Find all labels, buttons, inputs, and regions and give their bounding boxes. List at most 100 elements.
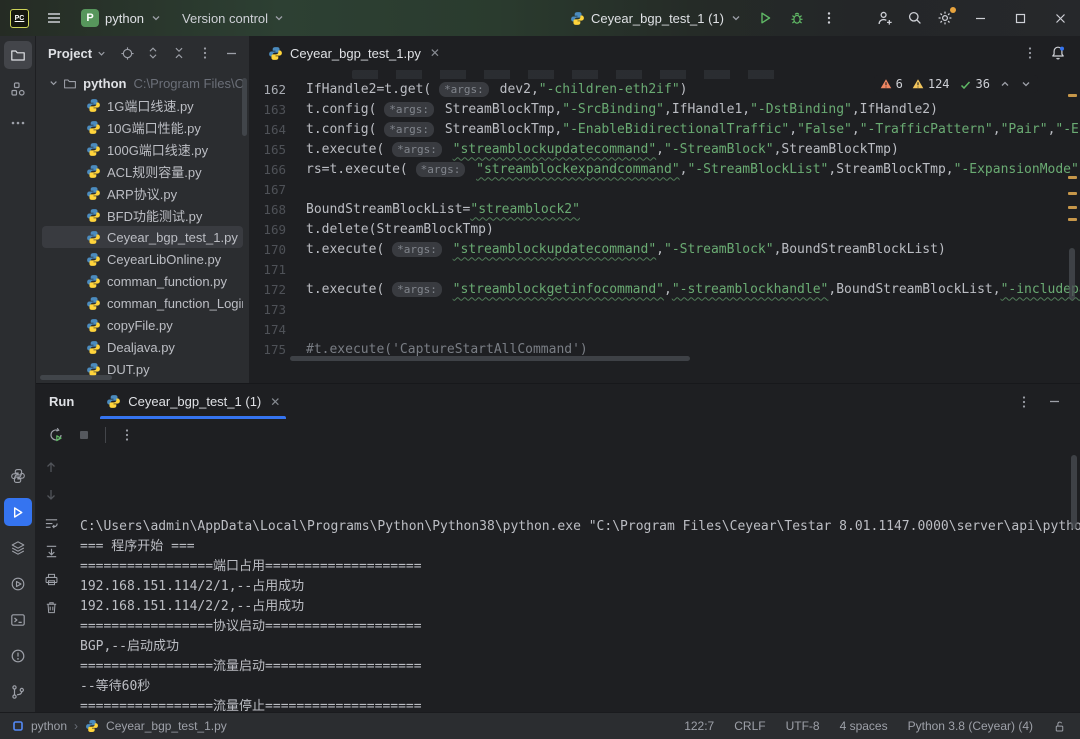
code-line[interactable]: 171 xyxy=(250,259,1080,279)
editor-options-button[interactable] xyxy=(1018,41,1042,65)
print-button[interactable] xyxy=(39,567,63,591)
console-vertical-scrollbar[interactable] xyxy=(1071,455,1077,529)
soft-wrap-button[interactable] xyxy=(39,511,63,535)
rerun-button[interactable] xyxy=(44,423,68,447)
collapse-all-button[interactable] xyxy=(167,41,191,65)
code-line[interactable]: 166rs=t.execute( *args: "streamblockexpa… xyxy=(250,159,1080,179)
tree-item-file[interactable]: 100G端口线速.py xyxy=(42,138,243,160)
stripe-warning-mark[interactable] xyxy=(1068,192,1077,195)
code-text: IfHandle2=t.get( *args: dev2,"-children-… xyxy=(306,82,688,97)
project-panel-title-dropdown[interactable]: Project xyxy=(48,46,107,61)
tab-close-icon[interactable]: ✕ xyxy=(430,46,440,60)
editor-tab[interactable]: Ceyear_bgp_test_1.py ✕ xyxy=(258,36,450,70)
python-packages-tool-button[interactable] xyxy=(4,462,32,490)
project-vertical-scrollbar[interactable] xyxy=(242,78,247,136)
profiler-tool-button[interactable] xyxy=(4,570,32,598)
stripe-warning-mark[interactable] xyxy=(1068,206,1077,209)
breadcrumb-module[interactable]: python xyxy=(31,719,67,733)
tree-item-file[interactable]: Dealjava.py xyxy=(42,336,243,358)
version-control-tool-button[interactable] xyxy=(4,678,32,706)
python-interpreter[interactable]: Python 3.8 (Ceyear) (4) xyxy=(908,719,1033,733)
editor-vertical-scrollbar[interactable] xyxy=(1069,248,1075,300)
typos-indicator[interactable]: 36 xyxy=(959,77,990,91)
tab-close-icon[interactable]: ✕ xyxy=(270,395,280,409)
tree-item-file[interactable]: comman_function_Login.p xyxy=(42,292,243,314)
tree-item-file[interactable]: copyFile.py xyxy=(42,314,243,336)
code-line[interactable]: 174 xyxy=(250,319,1080,339)
more-actions-button[interactable] xyxy=(814,3,844,33)
prev-occurrence-button[interactable] xyxy=(39,455,63,479)
window-maximize-button[interactable] xyxy=(1000,0,1040,36)
search-everywhere-button[interactable] xyxy=(900,3,930,33)
debug-button[interactable] xyxy=(782,3,812,33)
clear-console-button[interactable] xyxy=(39,595,63,619)
terminal-icon xyxy=(10,612,26,628)
code-with-me-button[interactable] xyxy=(870,3,900,33)
main-menu-button[interactable] xyxy=(39,3,69,33)
project-options-button[interactable] xyxy=(193,41,217,65)
caret-position[interactable]: 122:7 xyxy=(684,719,714,733)
structure-tool-button[interactable] xyxy=(4,75,32,103)
window-minimize-button[interactable] xyxy=(960,0,1000,36)
code-viewport[interactable]: 162IfHandle2=t.get( *args: dev2,"-childr… xyxy=(250,70,1080,383)
project-widget[interactable]: P python xyxy=(73,5,170,31)
run-panel-options-button[interactable] xyxy=(1012,390,1036,414)
stripe-warning-mark[interactable] xyxy=(1068,218,1077,221)
inspections-widget[interactable]: 6 124 36 xyxy=(874,75,1038,93)
tree-item-file[interactable]: BFD功能测试.py xyxy=(42,204,243,226)
breadcrumb-file[interactable]: Ceyear_bgp_test_1.py xyxy=(106,719,227,733)
terminal-tool-button[interactable] xyxy=(4,606,32,634)
errors-indicator[interactable]: 6 xyxy=(880,77,903,91)
more-tool-windows-button[interactable] xyxy=(4,109,32,137)
hide-run-panel-button[interactable] xyxy=(1042,390,1066,414)
code-line[interactable]: 163t.config( *args: StreamBlockTmp,"-Src… xyxy=(250,99,1080,119)
stop-button[interactable] xyxy=(72,423,96,447)
scroll-to-end-button[interactable] xyxy=(39,539,63,563)
problems-tool-button[interactable] xyxy=(4,642,32,670)
tree-root-python[interactable]: python C:\Program Files\Ce xyxy=(42,72,243,94)
stripe-warning-mark[interactable] xyxy=(1068,94,1077,97)
run-button[interactable] xyxy=(750,3,780,33)
code-line[interactable]: 169t.delete(StreamBlockTmp) xyxy=(250,219,1080,239)
run-tab[interactable]: Ceyear_bgp_test_1 (1) ✕ xyxy=(96,384,290,419)
tree-item-file[interactable]: comman_function.py xyxy=(42,270,243,292)
tree-item-file[interactable]: 1G端口线速.py xyxy=(42,94,243,116)
tree-item-file[interactable]: ARP协议.py xyxy=(42,182,243,204)
next-occurrence-button[interactable] xyxy=(39,483,63,507)
code-line[interactable]: 170t.execute( *args: "streamblockupdatec… xyxy=(250,239,1080,259)
code-line[interactable]: 172t.execute( *args: "streamblockgetinfo… xyxy=(250,279,1080,299)
console-options-button[interactable] xyxy=(115,423,139,447)
services-tool-button[interactable] xyxy=(4,534,32,562)
tree-item-file[interactable]: Ceyear_bgp_test_1.py xyxy=(42,226,243,248)
warnings-indicator[interactable]: 124 xyxy=(912,77,950,91)
code-line[interactable]: 165t.execute( *args: "streamblockupdatec… xyxy=(250,139,1080,159)
window-close-button[interactable] xyxy=(1040,0,1080,36)
chevron-down-icon xyxy=(273,12,285,24)
indent-style[interactable]: 4 spaces xyxy=(840,719,888,733)
run-configuration-selector[interactable]: Ceyear_bgp_test_1 (1) xyxy=(564,7,748,30)
code-line[interactable]: 167 xyxy=(250,179,1080,199)
unlocked-padlock-icon[interactable] xyxy=(1053,720,1066,733)
console-output[interactable]: C:\Users\admin\AppData\Local\Programs\Py… xyxy=(66,451,1080,712)
version-control-widget[interactable]: Version control xyxy=(174,7,293,30)
project-tool-button[interactable] xyxy=(4,41,32,69)
project-horizontal-scrollbar[interactable] xyxy=(40,375,112,380)
next-problem-icon[interactable] xyxy=(1020,78,1032,90)
select-opened-file-button[interactable] xyxy=(115,41,139,65)
expand-all-button[interactable] xyxy=(141,41,165,65)
tree-item-file[interactable]: ACL规则容量.py xyxy=(42,160,243,182)
code-line[interactable]: 173 xyxy=(250,299,1080,319)
editor-horizontal-scrollbar[interactable] xyxy=(290,356,690,361)
hide-project-panel-button[interactable] xyxy=(219,41,243,65)
code-line[interactable]: 168BoundStreamBlockList="streamblock2" xyxy=(250,199,1080,219)
prev-problem-icon[interactable] xyxy=(999,78,1011,90)
line-separator[interactable]: CRLF xyxy=(734,719,765,733)
code-line[interactable]: 164t.config( *args: StreamBlockTmp,"-Ena… xyxy=(250,119,1080,139)
tree-item-file[interactable]: 10G端口性能.py xyxy=(42,116,243,138)
run-tool-button[interactable] xyxy=(4,498,32,526)
file-encoding[interactable]: UTF-8 xyxy=(786,719,820,733)
tree-item-file[interactable]: CeyearLibOnline.py xyxy=(42,248,243,270)
notifications-button[interactable] xyxy=(1046,41,1070,65)
settings-button[interactable] xyxy=(930,3,960,33)
stripe-warning-mark[interactable] xyxy=(1068,176,1077,179)
